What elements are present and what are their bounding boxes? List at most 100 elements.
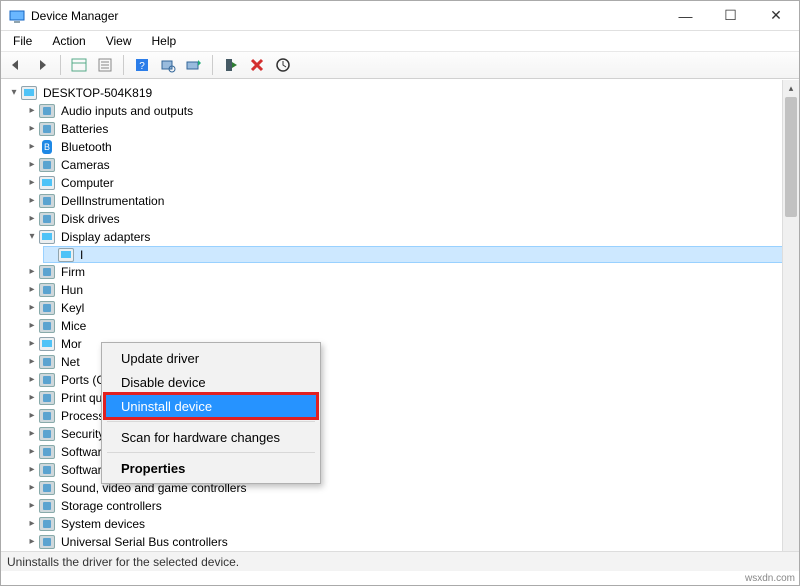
expand-arrow-icon[interactable]: ▸ xyxy=(25,515,39,533)
expand-arrow-icon[interactable]: ▸ xyxy=(25,479,39,497)
svg-text:?: ? xyxy=(139,61,145,72)
ctx-properties[interactable]: Properties xyxy=(105,456,317,480)
tree-item-display-adapters[interactable]: ▾Display adapters xyxy=(25,228,799,246)
device-icon xyxy=(39,282,55,298)
collapse-arrow-icon[interactable]: ▾ xyxy=(7,84,21,102)
expand-arrow-icon[interactable]: ▸ xyxy=(25,407,39,425)
minimize-button[interactable]: — xyxy=(663,1,708,30)
expand-arrow-icon[interactable]: ▸ xyxy=(25,533,39,551)
expand-arrow-icon[interactable]: ▸ xyxy=(25,425,39,443)
audio-icon xyxy=(39,103,55,119)
audio-icon xyxy=(39,480,55,496)
tree-item[interactable]: ▸Storage controllers xyxy=(25,497,799,515)
expand-arrow-icon[interactable]: ▸ xyxy=(25,299,39,317)
tree-item[interactable]: ▸Computer xyxy=(25,174,799,192)
properties-button[interactable] xyxy=(94,54,116,76)
expand-arrow-icon[interactable]: ▸ xyxy=(25,138,39,156)
status-bar: Uninstalls the driver for the selected d… xyxy=(1,551,799,571)
tree-item[interactable]: ▸Universal Serial Bus controllers xyxy=(25,533,799,551)
mouse-icon xyxy=(39,318,55,334)
ctx-separator xyxy=(107,452,315,453)
titlebar: Device Manager — ☐ ✕ xyxy=(1,1,799,31)
port-icon xyxy=(39,372,55,388)
system-icon xyxy=(39,516,55,532)
ctx-update-driver[interactable]: Update driver xyxy=(105,346,317,370)
uninstall-button[interactable] xyxy=(246,54,268,76)
monitor-icon xyxy=(39,336,55,352)
security-icon xyxy=(39,426,55,442)
tree-item[interactable]: ▸BBluetooth xyxy=(25,138,799,156)
tree-item[interactable]: ▸DellInstrumentation xyxy=(25,192,799,210)
expand-arrow-icon[interactable]: ▸ xyxy=(25,371,39,389)
device-tree-pane: ▾ DESKTOP-504K819 ▸Audio inputs and outp… xyxy=(1,79,799,565)
expand-arrow-icon[interactable]: ▸ xyxy=(25,210,39,228)
expand-arrow-icon[interactable]: ▸ xyxy=(25,389,39,407)
menu-file[interactable]: File xyxy=(5,32,40,50)
cpu-icon xyxy=(39,408,55,424)
software-icon xyxy=(39,444,55,460)
computer-icon xyxy=(21,85,37,101)
tree-item[interactable]: ▸Keyl xyxy=(25,299,799,317)
collapse-arrow-icon[interactable]: ▾ xyxy=(25,228,39,246)
tree-item[interactable]: ▸Hun xyxy=(25,281,799,299)
expand-arrow-icon[interactable]: ▸ xyxy=(25,335,39,353)
expand-arrow-icon[interactable]: ▸ xyxy=(25,192,39,210)
expand-arrow-icon[interactable]: ▸ xyxy=(25,120,39,138)
tree-item[interactable]: ▸System devices xyxy=(25,515,799,533)
expand-arrow-icon[interactable]: ▸ xyxy=(25,156,39,174)
software-icon xyxy=(39,462,55,478)
back-button[interactable] xyxy=(5,54,27,76)
tree-item[interactable]: ▸Disk drives xyxy=(25,210,799,228)
expand-arrow-icon[interactable]: ▸ xyxy=(25,174,39,192)
tree-item-selected-device[interactable]: I xyxy=(43,246,799,263)
ctx-scan-hardware[interactable]: Scan for hardware changes xyxy=(105,425,317,449)
expand-arrow-icon[interactable]: ▸ xyxy=(25,461,39,479)
close-button[interactable]: ✕ xyxy=(753,1,799,30)
scan-hardware-button[interactable] xyxy=(157,54,179,76)
menu-view[interactable]: View xyxy=(98,32,140,50)
enable-button[interactable] xyxy=(220,54,242,76)
root-label: DESKTOP-504K819 xyxy=(41,84,154,102)
root-node[interactable]: ▾ DESKTOP-504K819 xyxy=(7,84,799,102)
expand-arrow-icon[interactable]: ▸ xyxy=(25,497,39,515)
scroll-thumb[interactable] xyxy=(785,97,797,217)
battery-icon xyxy=(39,121,55,137)
computer-icon xyxy=(39,175,55,191)
ctx-separator xyxy=(107,421,315,422)
adapter-icon xyxy=(58,247,74,263)
show-hide-console-button[interactable] xyxy=(68,54,90,76)
expand-arrow-icon[interactable]: ▸ xyxy=(25,281,39,299)
help-button[interactable]: ? xyxy=(131,54,153,76)
menu-help[interactable]: Help xyxy=(144,32,185,50)
tree-item[interactable]: ▸Audio inputs and outputs xyxy=(25,102,799,120)
tree-item[interactable]: ▸Firm xyxy=(25,263,799,281)
expand-arrow-icon[interactable]: ▸ xyxy=(25,263,39,281)
maximize-button[interactable]: ☐ xyxy=(708,1,753,30)
printer-icon xyxy=(39,390,55,406)
device-icon xyxy=(39,193,55,209)
expand-arrow-icon[interactable]: ▸ xyxy=(25,443,39,461)
vertical-scrollbar[interactable]: ▴ ▾ xyxy=(782,80,799,565)
update-driver-button[interactable] xyxy=(183,54,205,76)
refresh-button[interactable] xyxy=(272,54,294,76)
menubar: File Action View Help xyxy=(1,31,799,51)
device-icon xyxy=(39,264,55,280)
ctx-uninstall-device[interactable]: Uninstall device xyxy=(105,394,317,418)
tree-item[interactable]: ▸Batteries xyxy=(25,120,799,138)
display-icon xyxy=(39,229,55,245)
window-title: Device Manager xyxy=(31,9,663,23)
tree-item[interactable]: ▸Mice xyxy=(25,317,799,335)
tree-item[interactable]: ▸Cameras xyxy=(25,156,799,174)
expand-arrow-icon[interactable]: ▸ xyxy=(25,317,39,335)
toolbar: ? xyxy=(1,51,799,79)
expand-arrow-icon[interactable]: ▸ xyxy=(25,353,39,371)
menu-action[interactable]: Action xyxy=(44,32,93,50)
keyboard-icon xyxy=(39,300,55,316)
camera-icon xyxy=(39,157,55,173)
expand-arrow-icon[interactable]: ▸ xyxy=(25,102,39,120)
scroll-up-arrow-icon[interactable]: ▴ xyxy=(783,80,799,97)
app-icon xyxy=(9,8,25,24)
forward-button[interactable] xyxy=(31,54,53,76)
bluetooth-icon: B xyxy=(39,139,55,155)
ctx-disable-device[interactable]: Disable device xyxy=(105,370,317,394)
